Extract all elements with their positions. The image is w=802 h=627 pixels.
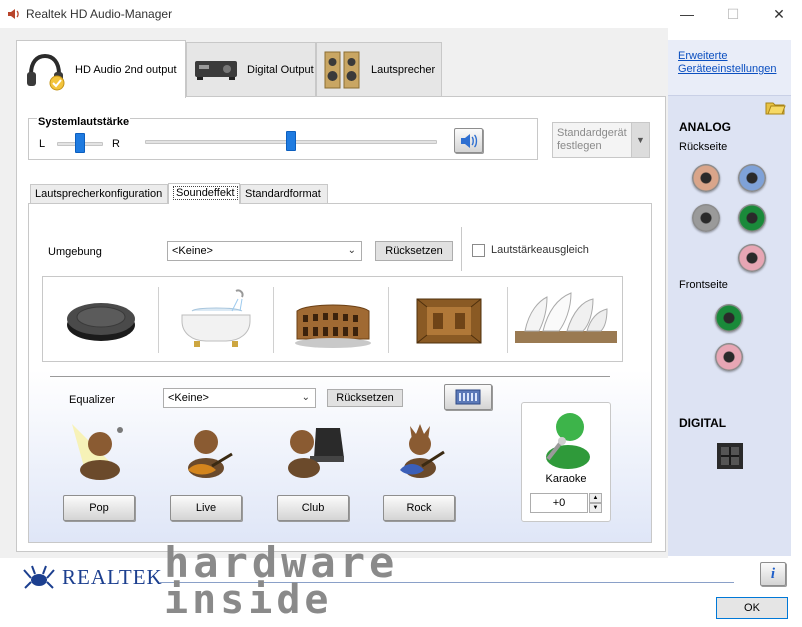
karaoke-singer-icon[interactable] (538, 405, 596, 471)
tab-default-format[interactable]: Standardformat (240, 184, 328, 204)
tab-digital-output[interactable]: Digital Output (186, 42, 316, 97)
tab-label: Digital Output (247, 64, 314, 76)
digital-receiver-icon (195, 61, 237, 80)
tab-label: Lautsprecher (371, 64, 436, 76)
ok-button[interactable]: OK (716, 597, 788, 619)
karaoke-down-button[interactable]: ▼ (589, 503, 602, 513)
digital-port-icon[interactable] (716, 442, 744, 470)
volume-slider-thumb[interactable] (286, 131, 296, 151)
equalizer-icon (455, 389, 481, 405)
wooden-room-icon[interactable] (411, 291, 487, 351)
equalizer-reset-button[interactable]: Rücksetzen (327, 389, 403, 407)
environment-reset-button[interactable]: Rücksetzen (375, 241, 453, 261)
loudness-checkbox[interactable] (472, 244, 485, 257)
karaoke-value-field[interactable]: +0 (530, 493, 588, 513)
tab-label: HD Audio 2nd output (75, 63, 177, 76)
divider (461, 227, 462, 271)
chevron-down-icon: ⌄ (347, 245, 356, 256)
close-button[interactable]: ✕ (756, 0, 802, 28)
live-guitarist-icon (188, 430, 233, 478)
front-jack-headphone[interactable] (715, 304, 743, 332)
environment-select[interactable]: <Keine> ⌄ (167, 241, 362, 261)
stone-disc-icon[interactable] (63, 293, 139, 345)
headphones-icon (27, 53, 65, 90)
folder-icon[interactable] (764, 98, 786, 116)
equalizer-select[interactable]: <Keine> ⌄ (163, 388, 316, 408)
info-button[interactable]: i (760, 562, 786, 586)
advanced-settings-link[interactable]: Erweiterte Geräteeinstellungen (678, 50, 776, 76)
tab-hd-audio-2nd-output[interactable]: HD Audio 2nd output (16, 40, 186, 98)
rear-jack-side[interactable] (692, 204, 720, 232)
colosseum-icon[interactable] (293, 289, 373, 351)
tab-lautsprecher[interactable]: Lautsprecher (316, 42, 442, 97)
speaker-icon (324, 51, 360, 89)
graphic-eq-button[interactable] (444, 384, 492, 410)
analog-title: ANALOG (679, 120, 731, 134)
maximize-button[interactable]: ☐ (710, 0, 756, 28)
chevron-down-icon[interactable]: ▼ (631, 123, 649, 157)
rear-jack-line-out[interactable] (738, 204, 766, 232)
minimize-button[interactable]: — (664, 0, 710, 28)
bathtub-icon[interactable] (178, 287, 254, 349)
digital-title: DIGITAL (679, 416, 727, 430)
title-bar: Realtek HD Audio-Manager — ☐ ✕ (0, 0, 802, 28)
club-pianist-icon (288, 428, 344, 478)
chevron-down-icon: ⌄ (301, 392, 310, 403)
speaker-volume-icon (460, 133, 477, 148)
balance-right-label: R (112, 138, 120, 150)
info-icon: i (770, 565, 776, 582)
tab-sound-effect[interactable]: Soundeffekt (168, 183, 240, 204)
karaoke-up-button[interactable]: ▲ (589, 493, 602, 503)
eq-preset-club-button[interactable]: Club (277, 495, 349, 521)
rear-jack-line-in-blue[interactable] (738, 164, 766, 192)
environment-label: Umgebung (48, 246, 102, 258)
set-default-device-button[interactable]: Standardgerät festlegen ▼ (552, 122, 650, 158)
loudness-label: Lautstärkeausgleich (491, 244, 589, 256)
balance-left-label: L (39, 138, 46, 150)
rear-label: Rückseite (679, 141, 728, 153)
eq-preset-live-button[interactable]: Live (170, 495, 242, 521)
front-label: Frontseite (679, 279, 728, 291)
window-title: Realtek HD Audio-Manager (26, 7, 173, 21)
front-jack-mic[interactable] (715, 343, 743, 371)
eq-preset-rock-button[interactable]: Rock (383, 495, 455, 521)
divider (50, 376, 610, 377)
pop-singer-icon (72, 424, 123, 480)
advanced-settings-area: Erweiterte Geräteeinstellungen (668, 40, 791, 96)
balance-slider-thumb[interactable] (75, 133, 85, 153)
karaoke-group: Karaoke +0 ▲ ▼ (521, 402, 611, 522)
rear-jack-mic[interactable] (738, 244, 766, 272)
realtek-crab-logo-icon (23, 565, 55, 589)
system-volume-label: Systemlautstärke (37, 116, 131, 128)
rear-jack-line-in[interactable] (692, 164, 720, 192)
karaoke-label: Karaoke (545, 473, 587, 485)
rock-guitarist-icon (400, 424, 445, 478)
equalizer-label: Equalizer (69, 394, 115, 406)
tab-speaker-config[interactable]: Lautsprecherkonfiguration (30, 184, 168, 204)
eq-preset-pop-button[interactable]: Pop (63, 495, 135, 521)
realtek-brand: REALTEK (62, 565, 163, 589)
connector-sidebar (668, 40, 791, 556)
watermark-line2: inside (164, 577, 333, 623)
speaker-app-icon (8, 9, 19, 19)
environment-presets (42, 276, 623, 362)
opera-house-icon[interactable] (513, 287, 619, 353)
mute-button[interactable] (454, 128, 483, 153)
